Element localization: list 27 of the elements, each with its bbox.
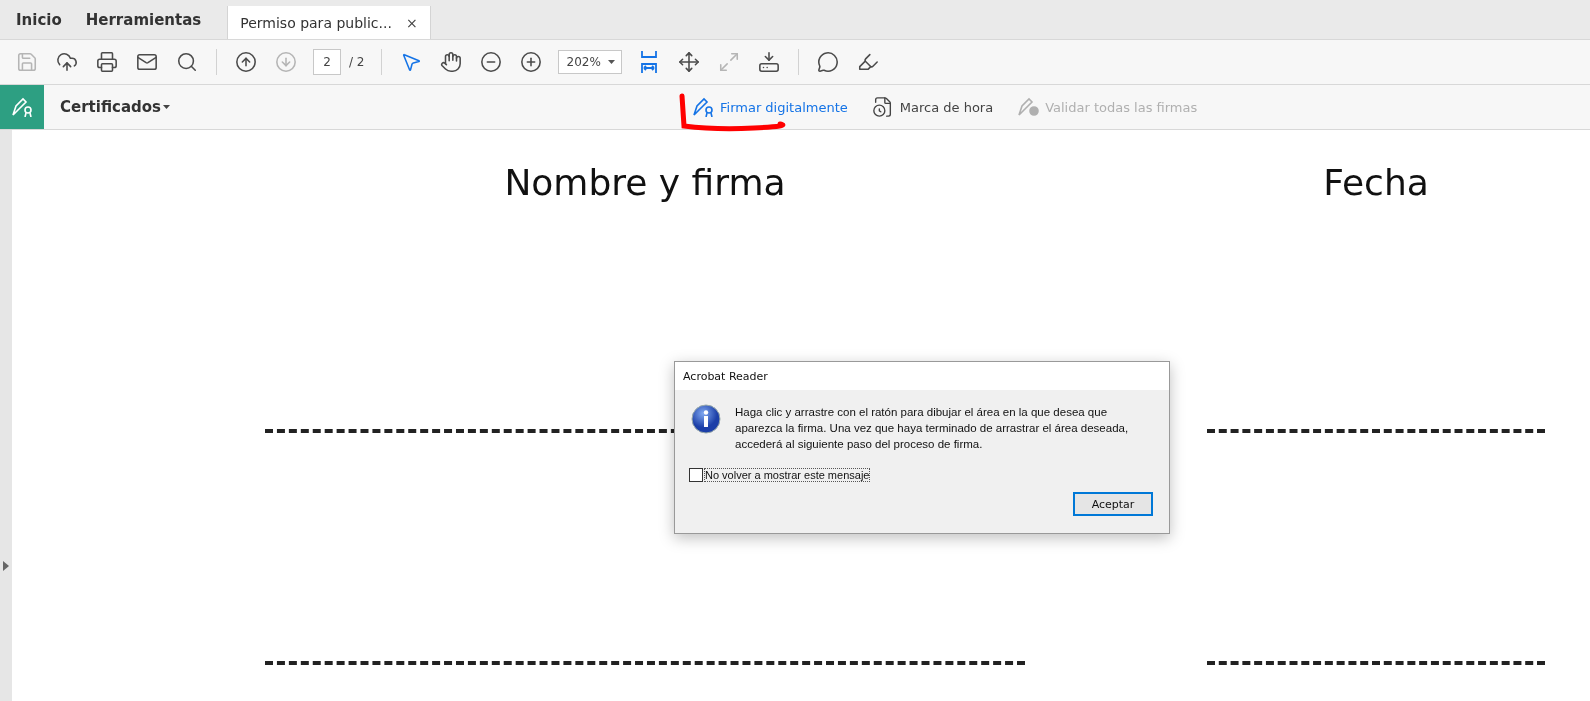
page-total: / 2 xyxy=(349,55,365,69)
checkbox[interactable] xyxy=(689,468,703,482)
sign-action[interactable]: Firmar digitalmente xyxy=(690,95,850,119)
certificates-menu[interactable]: Certificados xyxy=(56,94,174,120)
sign-action[interactable]: Marca de hora xyxy=(869,94,996,120)
tab[interactable]: Herramientas xyxy=(73,0,214,39)
close-icon[interactable]: × xyxy=(405,14,418,31)
caret-icon xyxy=(163,105,170,109)
pen-check-icon xyxy=(1017,97,1040,117)
page-number-field[interactable]: 2 xyxy=(313,49,341,75)
zoom-dropdown[interactable]: 202% xyxy=(557,50,622,74)
signature-tool-icon[interactable] xyxy=(0,85,44,129)
checkbox-label[interactable]: No volver a mostrar este mensaje xyxy=(705,469,870,481)
accept-button[interactable]: Aceptar xyxy=(1073,492,1153,516)
printer-icon[interactable] xyxy=(94,49,120,75)
pen-ribbon-icon xyxy=(692,97,714,117)
tab[interactable]: Inicio xyxy=(4,0,74,39)
dialog-message: Haga clic y arrastre con el ratón para dibujar el área en la que desea que aparezca la firma. Una vez que haya terminado de arrastrar el área deseada, accederá al siguiente paso del proceso de firma. xyxy=(735,405,1130,452)
info-icon xyxy=(691,404,721,434)
document-heading: Nombre y firma xyxy=(503,162,787,203)
tab[interactable]: Permiso para public... × xyxy=(227,6,431,39)
document-heading: Fecha xyxy=(1322,162,1430,203)
expand-arrow-icon[interactable] xyxy=(3,560,9,571)
caret-icon xyxy=(607,60,615,64)
arrow-up-circle-icon[interactable] xyxy=(233,49,259,75)
dialog-title: Acrobat Reader xyxy=(675,362,1169,390)
document-clock-icon xyxy=(871,96,894,118)
